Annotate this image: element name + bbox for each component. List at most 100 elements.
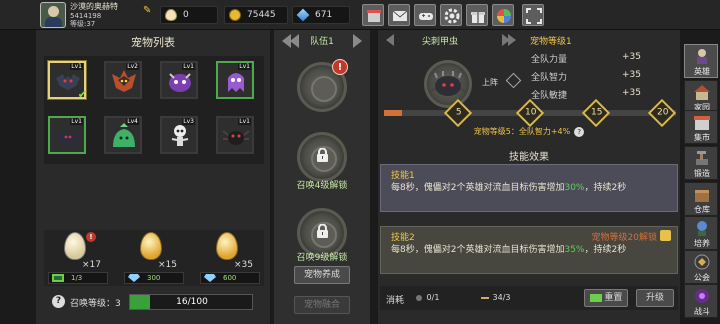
- flame-bat-pet-icon: [112, 70, 136, 92]
- ticket-icon: [52, 274, 64, 282]
- player-id: 5414198: [70, 12, 102, 20]
- next-pet-icon[interactable]: [508, 34, 516, 46]
- fullscreen-button[interactable]: [522, 4, 544, 26]
- gem-count: 671: [315, 10, 333, 20]
- stat-value: +35: [622, 52, 641, 62]
- team-slot-1[interactable]: !: [297, 59, 348, 112]
- diamond-icon: [128, 274, 140, 282]
- pet-slot[interactable]: Lv1: [48, 116, 86, 154]
- shadow-bat-pet-icon: [55, 129, 81, 146]
- bone-material-icon: [481, 296, 489, 299]
- pet-fusion-button[interactable]: 宠物融合: [294, 296, 350, 314]
- skill-percent: 30%: [564, 183, 585, 193]
- egg-cost-value: 600: [223, 274, 237, 282]
- prev-pet-icon[interactable]: [386, 34, 394, 46]
- egg-count: 0: [183, 10, 189, 20]
- gold-egg-icon: [140, 232, 162, 260]
- egg-shop: ! ×17 1/3 ×15 300 ×35 600: [44, 230, 264, 286]
- settings-button[interactable]: [440, 4, 462, 26]
- pet-slot[interactable]: Lv1: [160, 61, 198, 99]
- warehouse-icon: [695, 190, 709, 202]
- skill-desc-text: 每8秒，傀儡对2个英雄对流血目标伤害增加: [391, 183, 565, 193]
- skill-card-2: 技能2 宠物等级20解锁 每8秒，傀儡对2个英雄对流血目标伤害增加35%，持续2…: [380, 226, 678, 274]
- nav-train[interactable]: 培养: [684, 216, 718, 250]
- stat-label: 全队敏捷: [531, 91, 568, 101]
- milestone-node: 20: [647, 98, 677, 128]
- milestone-node: 15: [581, 98, 611, 128]
- level-bonus-hint: 宠物等级5：全队智力+4%?: [378, 126, 680, 137]
- gem-resource: 671: [292, 6, 350, 24]
- pet-slot[interactable]: Lv3: [160, 116, 198, 154]
- egg-icon: [165, 9, 177, 21]
- milestone-value: 15: [590, 107, 603, 118]
- lock-icon: [317, 148, 328, 162]
- level-bonus-text: 宠物等级5：全队智力+4%: [473, 127, 571, 136]
- fullscreen-icon: [526, 8, 542, 24]
- coin-resource: 75445: [224, 6, 288, 24]
- egg-cost: 300: [124, 272, 184, 284]
- pet-grid: Lv1 ✔ Lv2 Lv1 Lv1 Lv1 Lv4 Lv3 Lv1: [44, 56, 264, 164]
- upgrade-button[interactable]: 升级: [636, 289, 674, 307]
- edit-icon[interactable]: ✎: [143, 5, 154, 16]
- skill-desc-text: ，持续2秒: [584, 183, 627, 193]
- upgrade-cost-row: 消耗 0/1 34/3 重置 升级: [380, 286, 678, 310]
- nav-label: 公会: [694, 273, 710, 282]
- lock-icon: [317, 224, 328, 238]
- nav-warehouse[interactable]: 仓库: [684, 182, 718, 216]
- egg-summon-2[interactable]: ×15 300: [124, 230, 184, 286]
- team-slot-2[interactable]: [297, 132, 347, 182]
- egg-cost: 600: [200, 272, 260, 284]
- nav-home[interactable]: 家园: [684, 80, 718, 114]
- egg-summon-1[interactable]: ! ×17 1/3: [48, 230, 108, 286]
- purple-ghost-pet-icon: [228, 73, 244, 92]
- coin-icon: [229, 9, 241, 21]
- side-nav: 英雄 家园 集市 锻造 仓库 培养 公会 战斗: [684, 44, 718, 324]
- egg-summon-3[interactable]: ×35 600: [200, 230, 260, 286]
- mail-icon: [392, 10, 408, 21]
- nav-forge[interactable]: 锻造: [684, 146, 718, 180]
- nav-guild[interactable]: 公会: [684, 250, 718, 284]
- nav-market[interactable]: 集市: [684, 110, 718, 144]
- pet-slot[interactable]: Lv4: [104, 116, 142, 154]
- deploy-toggle[interactable]: [505, 72, 522, 89]
- lock-icon: [660, 230, 671, 241]
- home-icon: [694, 85, 710, 100]
- alert-badge: !: [332, 59, 348, 75]
- color-wheel-icon: [497, 9, 511, 23]
- selected-pet-portrait: [424, 60, 472, 108]
- reset-button[interactable]: 重置: [584, 289, 628, 307]
- forge-icon: [696, 151, 708, 165]
- help-icon[interactable]: ?: [574, 127, 585, 137]
- ticket-icon: [589, 293, 602, 302]
- help-icon[interactable]: ?: [52, 295, 65, 308]
- skill-description: 每8秒，傀儡对2个英雄对流血目标伤害增加35%，持续2秒: [391, 244, 671, 256]
- milestone-value: 20: [656, 107, 669, 118]
- egg-count: ×17: [82, 260, 101, 270]
- color-wheel-button[interactable]: [492, 4, 514, 26]
- spiked-beetle-icon: [431, 71, 465, 96]
- summon-progress-text: 16/100: [176, 297, 208, 307]
- gift-button[interactable]: [466, 4, 488, 26]
- stat-value: +35: [622, 88, 641, 98]
- pet-slot[interactable]: Lv1: [216, 61, 254, 99]
- gold-egg-icon: [216, 232, 238, 260]
- next-team-icon[interactable]: [353, 34, 362, 48]
- pet-slot[interactable]: Lv2: [104, 61, 142, 99]
- shop-button[interactable]: [362, 4, 384, 26]
- skill-desc-text: 每8秒，傀儡对2个英雄对流血目标伤害增加: [391, 245, 565, 255]
- pet-slot[interactable]: Lv1: [216, 116, 254, 154]
- mail-button[interactable]: [388, 4, 410, 26]
- diamond-icon: [204, 274, 216, 282]
- nav-hero[interactable]: 英雄: [684, 44, 718, 78]
- egg-cost-value: 300: [147, 274, 161, 282]
- gamepad-button[interactable]: [414, 4, 436, 26]
- team-panel: 队伍1 ! 召唤4级解锁 召唤9级解锁 宠物养成 宠物融合: [274, 30, 370, 324]
- pet-raise-button[interactable]: 宠物养成: [294, 266, 350, 284]
- nav-battle[interactable]: 战斗: [684, 284, 718, 318]
- gamepad-icon: [419, 13, 433, 20]
- guild-icon: [694, 254, 710, 270]
- green-slime-pet-icon: [113, 123, 135, 147]
- player-avatar[interactable]: [40, 2, 66, 28]
- pet-slot[interactable]: Lv1 ✔: [48, 61, 87, 100]
- milestone-value: 5: [455, 107, 462, 118]
